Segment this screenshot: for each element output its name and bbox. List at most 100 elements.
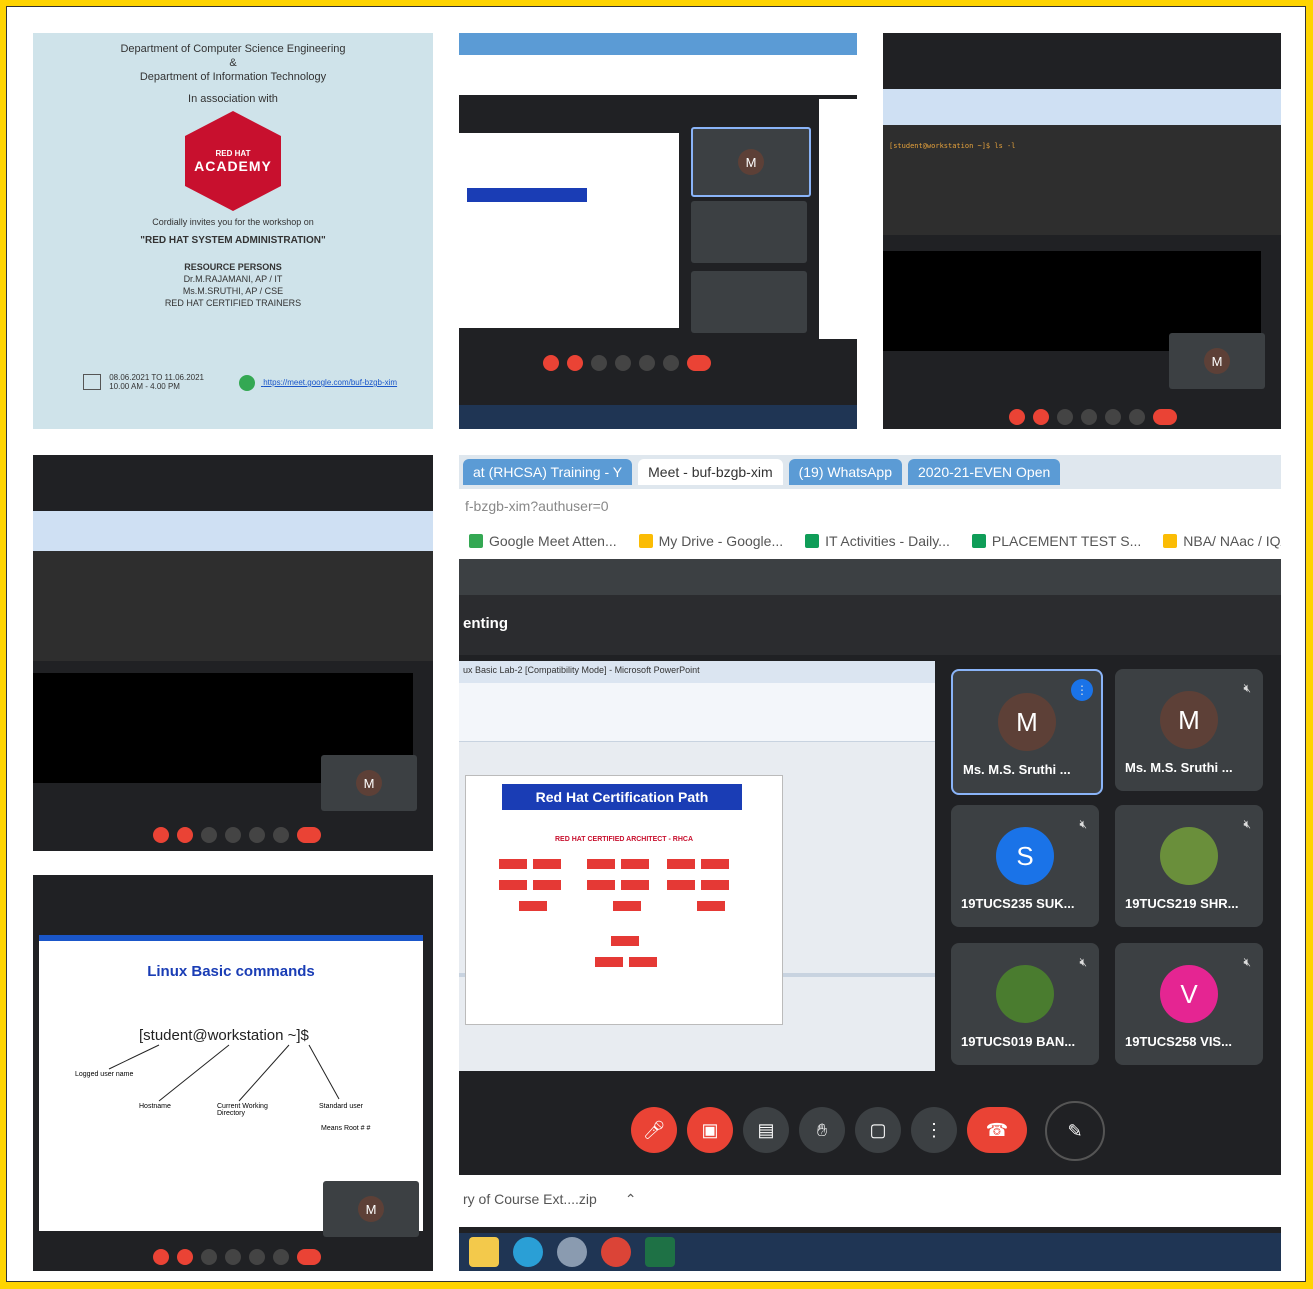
logo-big: ACADEMY xyxy=(194,157,272,174)
mini-editor: [student@workstation ~]$ ls -l xyxy=(883,125,1281,235)
file-explorer-icon[interactable] xyxy=(469,1237,499,1267)
assoc-text: In association with xyxy=(188,93,278,105)
sheets-icon xyxy=(805,534,820,548)
calendar-icon xyxy=(83,374,101,390)
bookmark-meet-attendance[interactable]: Google Meet Atten... xyxy=(469,533,617,549)
participant-tile[interactable]: 🔇︎ S 19TUCS235 SUK... xyxy=(951,805,1099,927)
screenshot-top-middle: M xyxy=(459,33,857,429)
label-cwd: Current Working Directory xyxy=(217,1103,268,1117)
screenshot-main-meet: at (RHCSA) Training - Y Meet - buf-bzgb-… xyxy=(459,455,1281,1271)
bookmark-label: PLACEMENT TEST S... xyxy=(991,533,1142,549)
excel-icon[interactable] xyxy=(645,1237,675,1267)
mic-off-icon: 🔇︎ xyxy=(1243,817,1251,831)
date-block: 08.06.2021 TO 11.06.2021 10.00 AM - 4.00… xyxy=(83,373,204,391)
chevron-up-icon[interactable]: ⌃ xyxy=(625,1191,637,1207)
mini-tabstrip xyxy=(459,33,857,55)
editor-text: [student@workstation ~]$ ls -l xyxy=(889,142,1016,150)
redhat-academy-logo: RED HAT ACADEMY xyxy=(185,111,281,211)
mini-bookmarks xyxy=(459,55,857,95)
self-view-tile: M xyxy=(1169,333,1265,389)
edit-icon[interactable]: ✎ xyxy=(1045,1101,1105,1161)
bookmark-nba[interactable]: NBA/ NAac / IQAC... xyxy=(1163,533,1281,549)
browser-tabstrip: at (RHCSA) Training - Y Meet - buf-bzgb-… xyxy=(459,455,1281,489)
resource-heading: RESOURCE PERSONS xyxy=(184,262,282,272)
bookmark-label: My Drive - Google... xyxy=(658,533,784,549)
tab-meet[interactable]: Meet - buf-bzgb-xim xyxy=(638,459,783,485)
meet-icon xyxy=(239,375,255,391)
mic-off-icon: 🔇︎ xyxy=(1243,955,1251,969)
time: 10.00 AM - 4.00 PM xyxy=(109,382,180,391)
participant-tile[interactable]: 🔇︎ M Ms. M.S. Sruthi ... xyxy=(1115,669,1263,791)
person-1: Dr.M.RAJAMANI, AP / IT xyxy=(183,274,283,284)
tab-even[interactable]: 2020-21-EVEN Open xyxy=(907,459,1061,485)
slide-title: Red Hat Certification Path xyxy=(502,784,742,810)
participant-tile[interactable]: ⋮ M Ms. M.S. Sruthi ... xyxy=(951,669,1103,795)
raise-hand-button[interactable]: ✋︎ xyxy=(799,1107,845,1153)
mini-chat xyxy=(819,99,857,339)
mic-off-icon: 🔇︎ xyxy=(1079,817,1087,831)
label-standard: Standard user xyxy=(319,1103,363,1110)
drive-icon xyxy=(1163,534,1178,548)
more-options-button[interactable]: ⋮ xyxy=(911,1107,957,1153)
participant-name: 19TUCS258 VIS... xyxy=(1125,1034,1232,1049)
meet-topbar xyxy=(459,559,1281,595)
workshop-title: "RED HAT SYSTEM ADMINISTRATION" xyxy=(140,235,326,246)
speaking-icon: ⋮ xyxy=(1071,679,1093,701)
participant-tile[interactable]: 🔇︎ 19TUCS219 SHR... xyxy=(1115,805,1263,927)
download-item[interactable]: ry of Course Ext....zip xyxy=(463,1191,597,1207)
participant-name: 19TUCS219 SHR... xyxy=(1125,896,1239,911)
participant-name: Ms. M.S. Sruthi ... xyxy=(963,762,1071,777)
collage-frame: Department of Computer Science Engineeri… xyxy=(6,6,1306,1282)
camera-off-button[interactable]: ▣ xyxy=(687,1107,733,1153)
participant-tile[interactable]: 🔇︎ V 19TUCS258 VIS... xyxy=(1115,943,1263,1065)
self-view-tile-2: M xyxy=(321,755,417,811)
powerpoint-window: ux Basic Lab-2 [Compatibility Mode] - Mi… xyxy=(459,661,935,1071)
mini-tile-3 xyxy=(691,271,807,333)
logo-small: RED HAT xyxy=(215,148,251,158)
url-bar[interactable]: f-bzgb-xim?authuser=0 xyxy=(459,489,1281,523)
mic-off-icon: 🔇︎ xyxy=(1243,681,1251,695)
dates: 08.06.2021 TO 11.06.2021 xyxy=(109,373,204,382)
mini-ppt xyxy=(459,133,679,328)
captions-button[interactable]: ▤ xyxy=(743,1107,789,1153)
label-user: Logged user name xyxy=(75,1071,134,1078)
avatar-photo xyxy=(1160,827,1218,886)
label-host: Hostname xyxy=(139,1103,171,1110)
download-bar: ry of Course Ext....zip ⌃ xyxy=(459,1175,1281,1227)
mic-off-button[interactable]: 🎤︎ xyxy=(631,1107,677,1153)
bookmark-drive[interactable]: My Drive - Google... xyxy=(638,533,784,549)
mini-controls-2 xyxy=(1009,409,1177,425)
participant-tile[interactable]: 🔇︎ 19TUCS019 BAN... xyxy=(951,943,1099,1065)
bookmark-label: Google Meet Atten... xyxy=(489,533,617,549)
mini-browser xyxy=(883,89,1281,125)
bookmark-it-activities[interactable]: IT Activities - Daily... xyxy=(805,533,950,549)
meet-link-block: https://meet.google.com/buf-bzgb-xim xyxy=(239,375,397,391)
ppt-slide: Red Hat Certification Path RED HAT CERTI… xyxy=(465,775,783,1025)
workshop-poster: Department of Computer Science Engineeri… xyxy=(33,33,433,429)
bookmark-label: IT Activities - Daily... xyxy=(825,533,950,549)
screenshot-mid-left: M xyxy=(33,455,433,851)
mini-controls xyxy=(543,355,711,371)
edge-icon[interactable] xyxy=(513,1237,543,1267)
tab-training[interactable]: at (RHCSA) Training - Y xyxy=(463,459,633,485)
screenshot-top-right: [student@workstation ~]$ ls -l M xyxy=(883,33,1281,429)
drive-icon xyxy=(638,534,653,548)
tab-whatsapp[interactable]: (19) WhatsApp xyxy=(788,459,902,485)
meet-link[interactable]: https://meet.google.com/buf-bzgb-xim xyxy=(263,378,397,387)
mini-tile-m: M xyxy=(691,127,811,197)
app-icon[interactable] xyxy=(557,1237,587,1267)
chrome-icon[interactable] xyxy=(601,1237,631,1267)
avatar-photo xyxy=(996,965,1054,1024)
participant-name: 19TUCS019 BAN... xyxy=(961,1034,1076,1049)
mini-tile-2 xyxy=(691,201,807,263)
slide-subtitle: RED HAT CERTIFIED ARCHITECT - RHCA xyxy=(554,836,694,843)
end-call-button[interactable]: ☎︎ xyxy=(967,1107,1027,1153)
screenshot-bottom-left: Linux Basic commands [student@workstatio… xyxy=(33,875,433,1271)
present-button[interactable]: ▢ xyxy=(855,1107,901,1153)
self-view-tile-3: M xyxy=(323,1181,419,1237)
mic-off-icon: 🔇︎ xyxy=(1079,955,1087,969)
mini-browser-2 xyxy=(33,511,433,551)
label-root: Means Root # # xyxy=(321,1125,371,1132)
bookmark-placement[interactable]: PLACEMENT TEST S... xyxy=(971,533,1142,549)
cert-path-diagram xyxy=(496,856,766,975)
